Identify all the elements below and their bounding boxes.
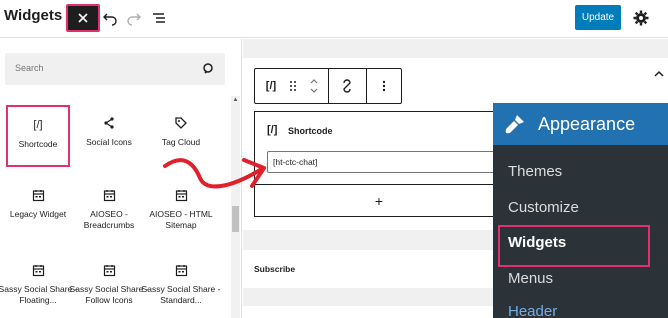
widgets-highlight-frame — [498, 225, 650, 267]
undo-button[interactable] — [101, 9, 119, 27]
close-icon — [78, 13, 88, 23]
block-label: Legacy Widget — [9, 209, 67, 219]
shortcode-icon: [/] — [267, 124, 278, 136]
shortcode-block[interactable]: [/] Shortcode [ht-ctc-chat] — [254, 111, 507, 185]
more-options-icon[interactable] — [367, 69, 401, 103]
block-legacy-widget[interactable]: Legacy Widget — [6, 177, 70, 239]
scroll-up-arrow[interactable]: ▲ — [231, 96, 240, 105]
appearance-label: Appearance — [538, 114, 636, 134]
move-up-down-icon[interactable] — [305, 69, 323, 103]
calendar-icon — [103, 260, 116, 280]
block-label: Tag Cloud — [161, 137, 201, 147]
block-sassy-standard[interactable]: Sassy Social Share - Standard... — [142, 252, 220, 314]
shortcode-input[interactable]: [ht-ctc-chat] — [267, 151, 507, 173]
inserter-scrollbar[interactable]: ▲ — [231, 96, 240, 318]
chevron-up-icon[interactable] — [653, 68, 665, 80]
search-input[interactable]: Search — [5, 53, 225, 85]
block-sassy-floating[interactable]: Sassy Social Share - Floating... — [0, 252, 77, 314]
block-social-icons[interactable]: Social Icons — [77, 105, 141, 167]
annotation-arrow-icon — [163, 158, 266, 189]
search-icon — [203, 63, 213, 74]
redo-icon — [127, 13, 141, 26]
subscribe-label: Subscribe — [254, 264, 296, 274]
calendar-icon — [32, 185, 45, 205]
menu-item-themes[interactable]: Themes — [508, 163, 562, 180]
block-label: Social Icons — [86, 137, 132, 147]
editor-header: Widgets Update — [0, 0, 668, 38]
block-label: Shortcode — [18, 139, 58, 149]
block-label: AIOSEO - Breadcrumbs — [83, 209, 135, 230]
shortcode-icon: [/] — [33, 119, 43, 131]
paintbrush-icon — [505, 115, 524, 134]
tag-icon — [174, 113, 188, 133]
add-block-button[interactable]: + — [254, 185, 504, 217]
calendar-icon — [103, 185, 116, 205]
transform-icon[interactable] — [329, 69, 365, 103]
block-sassy-follow-icons[interactable]: Sassy Social Share - Follow Icons — [70, 252, 148, 314]
block-label: Sassy Social Share - Follow Icons — [69, 284, 149, 305]
settings-button[interactable] — [632, 9, 650, 27]
menu-item-header[interactable]: Header — [508, 303, 557, 318]
search-placeholder: Search — [15, 63, 44, 73]
calendar-icon — [175, 260, 188, 280]
menu-item-menus[interactable]: Menus — [508, 270, 553, 287]
calendar-icon — [32, 260, 45, 280]
list-view-button[interactable] — [150, 9, 168, 27]
admin-appearance-menu: Appearance Themes Customize Widgets Menu… — [493, 103, 668, 318]
block-label: Sassy Social Share - Floating... — [0, 284, 78, 305]
scroll-thumb[interactable] — [232, 206, 239, 232]
block-label: Sassy Social Share - Standard... — [141, 284, 221, 305]
redo-button[interactable] — [125, 9, 143, 27]
block-aioseo-breadcrumbs[interactable]: AIOSEO - Breadcrumbs — [77, 177, 141, 239]
undo-icon — [103, 13, 117, 26]
block-label: AIOSEO - HTML Sitemap — [149, 209, 213, 230]
shortcode-value: [ht-ctc-chat] — [273, 157, 318, 167]
close-inserter-button[interactable] — [66, 4, 100, 32]
page-title: Widgets — [4, 7, 63, 24]
share-icon — [102, 113, 116, 133]
drag-handle-icon[interactable] — [283, 69, 303, 103]
update-button[interactable]: Update — [575, 5, 621, 30]
block-shortcode[interactable]: [/] Shortcode — [6, 105, 70, 167]
gear-icon — [633, 10, 649, 26]
shortcode-block-title: Shortcode — [288, 126, 333, 136]
appearance-menu-header[interactable]: Appearance — [493, 103, 668, 145]
menu-item-customize[interactable]: Customize — [508, 199, 579, 216]
block-toolbar: [/] — [254, 68, 402, 104]
list-view-icon — [153, 13, 165, 23]
